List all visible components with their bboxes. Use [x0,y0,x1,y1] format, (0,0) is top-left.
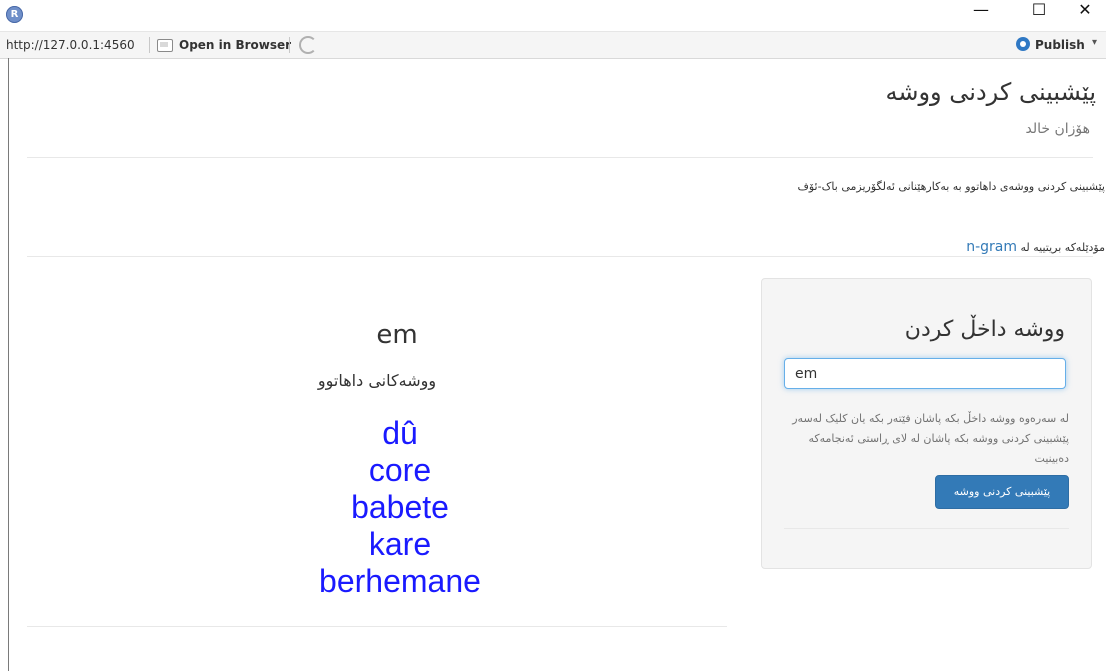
publish-icon[interactable] [1016,37,1030,51]
toolbar-divider [149,37,150,53]
help-text: له سەرەوە ووشە داخڵ بکە پاشان فێتەر بکە … [792,412,1069,465]
page-title: پێشبینی کردنی ووشه [885,78,1096,106]
description-prefix: مۆدێلەکە بریتییە لە [1020,241,1106,254]
panel-title: ووشه داخڵ کردن [904,317,1065,342]
word-input[interactable] [784,358,1066,389]
prediction-item: dû [382,415,418,451]
prediction-item: core [368,452,432,488]
entered-word: em [376,320,418,350]
description-line: پێشبینی کردنی ووشەی داهاتوو بە بەکارهێنا… [797,180,1105,193]
viewer-toolbar: http://127.0.0.1:4560 Open in Browser Pu… [0,32,1106,59]
prediction-item: kare [368,526,432,562]
divider [27,157,1093,158]
prediction-item: berhemane [319,563,481,599]
predict-button[interactable]: پێشبینی کردنی ووشه [935,475,1069,509]
open-in-browser-button[interactable]: Open in Browser [179,38,291,52]
divider [27,626,727,627]
url-text: http://127.0.0.1:4560 [6,38,135,52]
divider [27,256,1093,257]
author-subtitle: هۆزان خالد [1025,121,1090,137]
window-titlebar: R — ☐ ✕ [0,0,1106,32]
publish-button[interactable]: Publish [1035,38,1085,52]
predictions-list: dû core babete kare berhemane [250,415,550,600]
maximize-button[interactable]: ☐ [1016,0,1062,31]
toolbar-divider [289,37,290,53]
prediction-item: babete [351,489,449,525]
app-content: پێشبینی کردنی ووشه هۆزان خالد پێشبینی کر… [0,58,1106,671]
refresh-icon[interactable] [299,36,317,54]
publish-dropdown-icon[interactable]: ▾ [1092,37,1097,48]
minimize-button[interactable]: — [958,0,1004,31]
panel-divider [784,528,1069,529]
description-line-2: مۆدێلەکە بریتییە لە n-gram [966,239,1105,255]
close-button[interactable]: ✕ [1062,0,1106,31]
viewer-left-border [8,58,9,671]
ngram-link[interactable]: n-gram [966,239,1017,255]
r-logo-icon: R [6,6,23,23]
input-panel: ووشه داخڵ کردن له سەرەوە ووشە داخڵ بکە پ… [761,278,1092,569]
browser-icon[interactable] [157,39,173,52]
predictions-heading: ووشەکانی داهاتوو [317,371,437,390]
